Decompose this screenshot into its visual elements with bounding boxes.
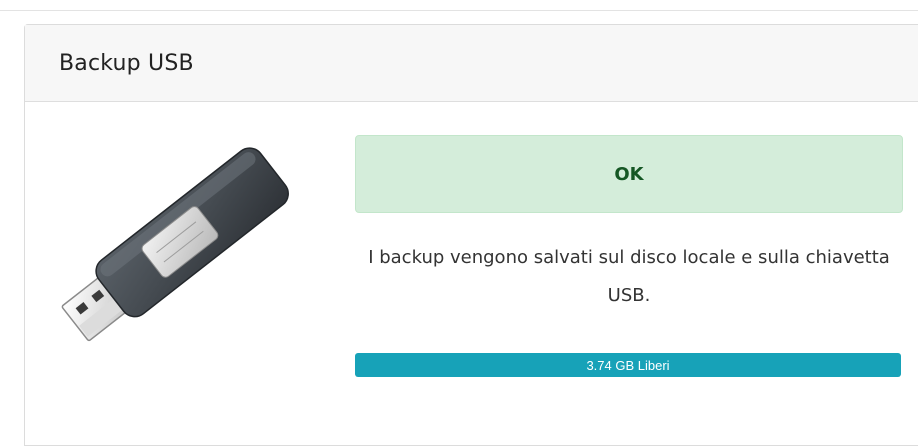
storage-progress-bar: 3.74 GB Liberi — [355, 353, 901, 377]
backup-description: I backup vengono salvati sul disco local… — [368, 247, 890, 306]
top-divider — [0, 10, 918, 11]
status-text: OK — [614, 163, 644, 185]
storage-progress: 3.74 GB Liberi — [355, 353, 901, 377]
backup-usb-card: Backup USB OK I backup vengono salvati s… — [24, 24, 918, 446]
storage-free-label: 3.74 GB Liberi — [586, 357, 670, 373]
card-header: Backup USB — [25, 25, 918, 102]
card-title: Backup USB — [59, 50, 194, 76]
status-alert: OK — [355, 135, 903, 213]
usb-drive-icon — [51, 145, 301, 360]
